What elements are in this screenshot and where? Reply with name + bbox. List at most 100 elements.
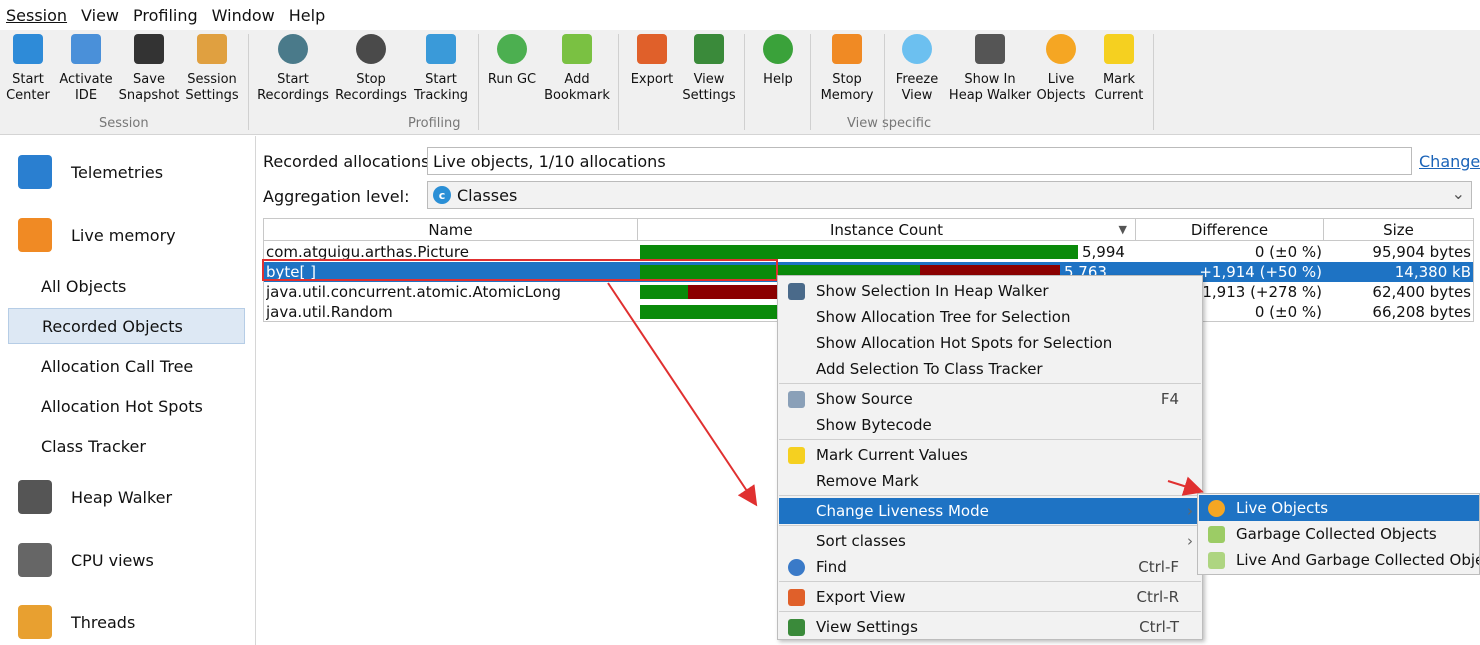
show-in-heap-walker-button[interactable]: Show In Heap Walker (948, 34, 1032, 108)
cell-size: 62,400 bytes (1372, 283, 1471, 301)
cell-difference: 0 (±0 %) (1254, 243, 1322, 261)
menu-session[interactable]: Session (2, 6, 71, 25)
menu-separator (779, 383, 1201, 384)
menu-item-show-selection-heap-walker[interactable]: Show Selection In Heap Walker (779, 278, 1201, 304)
ide-icon (71, 34, 101, 64)
menu-separator (779, 525, 1201, 526)
run-gc-button[interactable]: Run GC (484, 34, 540, 108)
help-button[interactable]: Help (752, 34, 804, 108)
activate-ide-button[interactable]: Activate IDE (58, 34, 114, 108)
sidebar-item-allocation-hot-spots[interactable]: Allocation Hot Spots (8, 388, 245, 424)
cell-size: 95,904 bytes (1372, 243, 1471, 261)
threads-icon (18, 605, 52, 639)
column-header-size[interactable]: Size (1324, 219, 1473, 241)
instance-count-value: 5,994 (1082, 243, 1125, 261)
cell-name: java.util.Random (266, 303, 393, 321)
submenu-item-garbage-collected[interactable]: Garbage Collected Objects (1199, 521, 1479, 547)
submenu-item-live-and-garbage[interactable]: Live And Garbage Collected Objects (1199, 547, 1479, 573)
live-objects-button[interactable]: Live Objects (1034, 34, 1088, 108)
column-header-instance-count[interactable]: Instance Count ▼ (638, 219, 1136, 241)
sidebar-item-live-memory[interactable]: Live memory (18, 215, 176, 255)
stop-recordings-button[interactable]: Stop Recordings (334, 34, 408, 108)
column-header-name[interactable]: Name (264, 219, 638, 241)
menu-view[interactable]: View (77, 6, 123, 25)
class-icon: c (433, 186, 451, 204)
instance-bar-live (640, 245, 1078, 259)
menu-item-show-bytecode[interactable]: Show Bytecode (779, 412, 1201, 438)
menu-item-change-liveness-mode[interactable]: Change Liveness Mode › (779, 498, 1201, 524)
live-objects-icon (1046, 34, 1076, 64)
menu-item-remove-mark[interactable]: Remove Mark (779, 468, 1201, 494)
freeze-view-button[interactable]: Freeze View (890, 34, 944, 108)
sidebar-item-cpu-views[interactable]: CPU views (18, 540, 154, 580)
start-tracking-button[interactable]: Start Tracking (410, 34, 472, 108)
telemetries-icon (18, 155, 52, 189)
menu-item-show-allocation-tree[interactable]: Show Allocation Tree for Selection (779, 304, 1201, 330)
start-center-button[interactable]: Start Center (0, 34, 56, 108)
menu-separator (779, 611, 1201, 612)
annotation-box-selected-row (262, 259, 778, 281)
aggregation-level-label: Aggregation level: (263, 186, 410, 206)
menu-help[interactable]: Help (285, 6, 329, 25)
live-and-trash-icon (1208, 552, 1225, 569)
chevron-down-icon: ⌄ (1451, 184, 1465, 203)
save-snapshot-button[interactable]: Save Snapshot (118, 34, 180, 108)
camera-icon (975, 34, 1005, 64)
sidebar-item-all-objects[interactable]: All Objects (8, 268, 245, 304)
stop-record-icon (356, 34, 386, 64)
menu-item-show-source[interactable]: Show Source F4 (779, 386, 1201, 412)
mark-icon (1104, 34, 1134, 64)
instance-bar-diff (688, 285, 784, 299)
menu-item-show-allocation-hot-spots[interactable]: Show Allocation Hot Spots for Selection (779, 330, 1201, 356)
column-header-difference[interactable]: Difference (1136, 219, 1324, 241)
recorded-allocations-label: Recorded allocations: (263, 151, 435, 171)
instance-bar-live (640, 285, 688, 299)
camera-icon (788, 283, 805, 300)
sidebar-item-heap-walker[interactable]: Heap Walker (18, 477, 172, 517)
sidebar-item-class-tracker[interactable]: Class Tracker (8, 428, 245, 464)
sidebar-item-telemetries[interactable]: Telemetries (18, 152, 163, 192)
menu-item-add-to-class-tracker[interactable]: Add Selection To Class Tracker (779, 356, 1201, 382)
record-icon (278, 34, 308, 64)
stop-memory-button[interactable]: Stop Memory (816, 34, 878, 108)
submenu-item-live-objects[interactable]: Live Objects (1199, 495, 1479, 521)
view-settings-button[interactable]: View Settings (680, 34, 738, 108)
export-icon (788, 589, 805, 606)
menu-item-sort-classes[interactable]: Sort classes › (779, 528, 1201, 554)
toolbar-separator (810, 34, 811, 130)
cell-size: 66,208 bytes (1372, 303, 1471, 321)
toolbar-separator (744, 34, 745, 130)
menu-item-view-settings[interactable]: View Settings Ctrl-T (779, 614, 1201, 640)
tracking-icon (426, 34, 456, 64)
start-center-icon (13, 34, 43, 64)
menu-item-mark-current-values[interactable]: Mark Current Values (779, 442, 1201, 468)
view-settings-icon (788, 619, 805, 636)
toolbar-separator (1153, 34, 1154, 130)
help-icon (763, 34, 793, 64)
export-button[interactable]: Export (626, 34, 678, 108)
chevron-right-icon: › (1187, 502, 1193, 520)
mark-current-button[interactable]: Mark Current (1092, 34, 1146, 108)
add-bookmark-button[interactable]: Add Bookmark (544, 34, 610, 108)
sidebar-item-threads[interactable]: Threads (18, 602, 135, 642)
menu-window[interactable]: Window (208, 6, 279, 25)
group-label-session: Session (99, 116, 149, 131)
context-menu: Show Selection In Heap Walker Show Alloc… (777, 275, 1203, 640)
menu-profiling[interactable]: Profiling (129, 6, 202, 25)
snowflake-icon (902, 34, 932, 64)
session-settings-button[interactable]: Session Settings (184, 34, 240, 108)
sidebar-item-recorded-objects[interactable]: Recorded Objects (8, 308, 245, 344)
start-recordings-button[interactable]: Start Recordings (256, 34, 330, 108)
menu-item-export-view[interactable]: Export View Ctrl-R (779, 584, 1201, 610)
recorded-allocations-field[interactable]: Live objects, 1/10 allocations (427, 147, 1412, 175)
change-link[interactable]: Change (1419, 152, 1480, 171)
aggregation-level-select[interactable]: c Classes ⌄ (427, 181, 1472, 209)
menu-separator (779, 439, 1201, 440)
sort-descending-icon: ▼ (1118, 223, 1127, 236)
toolbar-separator (618, 34, 619, 130)
sidebar-item-allocation-call-tree[interactable]: Allocation Call Tree (8, 348, 245, 384)
save-icon (134, 34, 164, 64)
menu-item-find[interactable]: Find Ctrl-F (779, 554, 1201, 580)
mark-icon (788, 447, 805, 464)
table-header: Name Instance Count ▼ Difference Size (264, 219, 1473, 241)
